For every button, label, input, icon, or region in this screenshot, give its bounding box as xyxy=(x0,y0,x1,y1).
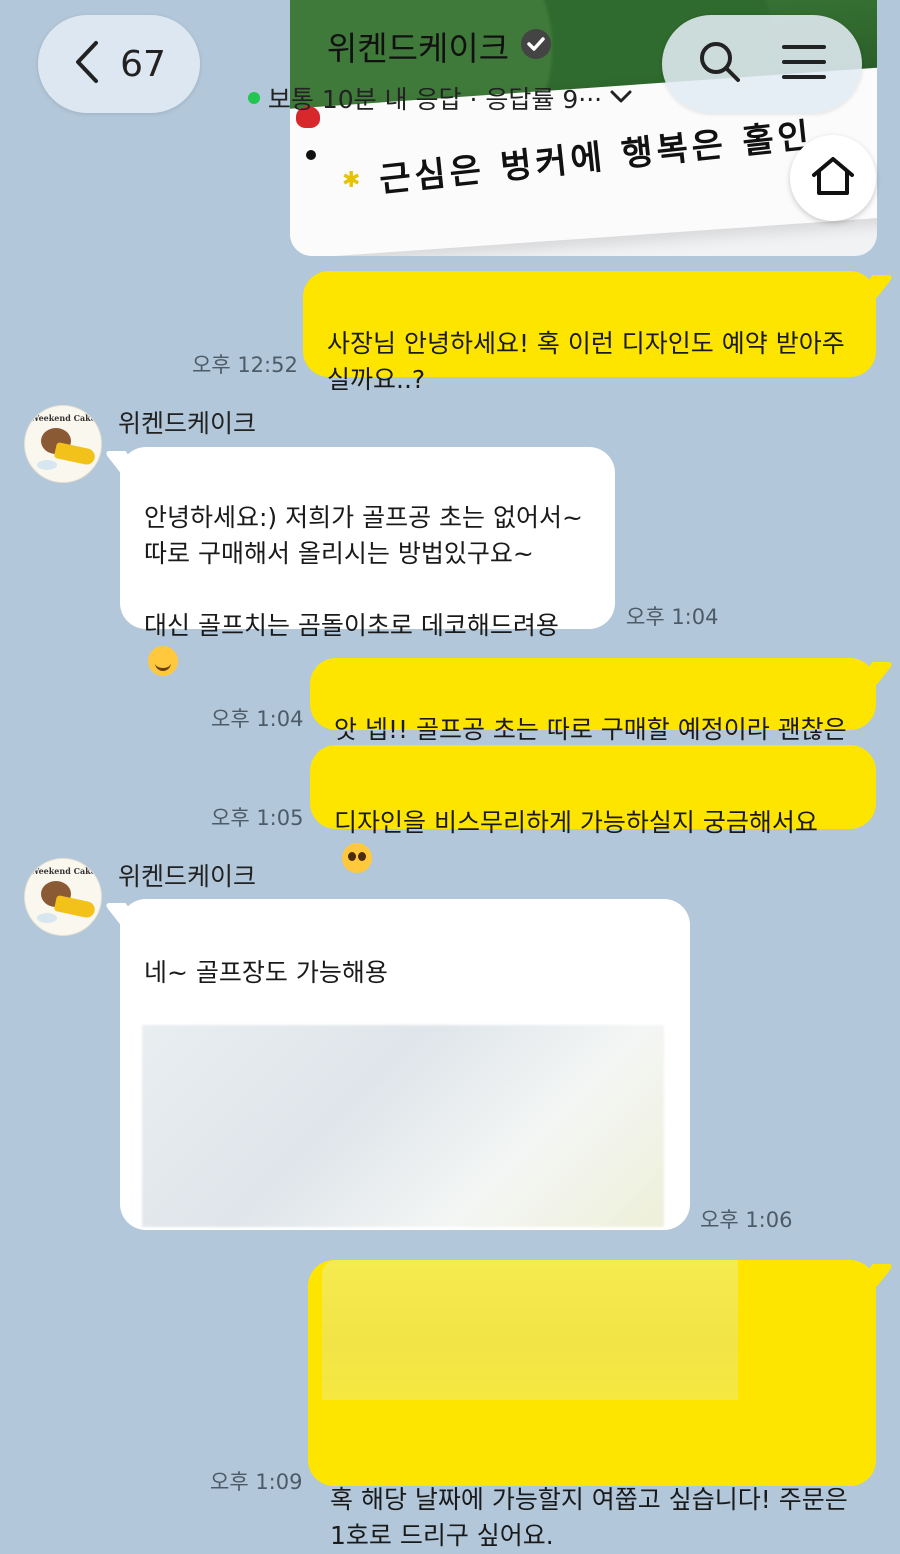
my-message-bubble[interactable]: 혹 해당 날짜에 가능할지 여쭙고 싶습니다! 주문은 1호로 드리구 싶어요. xyxy=(308,1260,876,1550)
message-time: 오후 1:05 xyxy=(211,806,304,830)
message-time: 오후 12:52 xyxy=(192,353,298,377)
message-time: 오후 1:04 xyxy=(211,707,304,731)
chevron-left-icon xyxy=(72,39,102,89)
chevron-down-icon[interactable] xyxy=(610,89,632,108)
message-time: 오후 1:09 xyxy=(210,1470,303,1494)
avatar-logo-text: Weekend Cake xyxy=(30,413,96,423)
sender-name: 위켄드케이크 xyxy=(118,862,257,891)
message-text: 안녕하세요:) 저희가 골프공 초는 없어서~ 따로 구매해서 올리시는 방법있… xyxy=(144,503,583,640)
attached-image[interactable] xyxy=(322,1260,738,1400)
smiling-face-icon xyxy=(148,646,178,676)
home-button[interactable] xyxy=(790,135,876,221)
my-message-bubble[interactable]: 앗 넵!! 골프공 초는 따로 구매할 예정이라 괜찮은데 xyxy=(310,658,876,780)
sender-avatar[interactable]: Weekend Cake xyxy=(24,858,102,936)
my-message-bubble[interactable]: 사장님 안녕하세요! 혹 이런 디자인도 예약 받아주실까요..? xyxy=(303,271,876,394)
header-actions xyxy=(662,15,862,113)
my-message-bubble[interactable]: 디자인을 비스무리하게 가능하실지 궁금해서요 xyxy=(310,745,876,873)
dot-decoration xyxy=(306,150,316,160)
their-message-bubble[interactable]: 네~ 골프장도 가능해용 위처럼 인물 길게잡으시면 2호정도로 가능하구요/; xyxy=(120,899,690,1230)
search-icon[interactable] xyxy=(698,40,742,88)
attached-image[interactable] xyxy=(142,1025,664,1227)
message-text: 혹 해당 날짜에 가능할지 여쭙고 싶습니다! 주문은 1호로 드리구 싶어요. xyxy=(330,1485,848,1550)
avatar-logo-text: Weekend Cake xyxy=(30,866,96,876)
their-message-bubble[interactable]: 안녕하세요:) 저희가 골프공 초는 없어서~ 따로 구매해서 올리시는 방법있… xyxy=(120,447,615,676)
menu-icon[interactable] xyxy=(781,42,827,86)
message-time: 오후 1:04 xyxy=(626,605,719,629)
chat-header[interactable]: 위켄드케이크 보통 10분 내 응답 · 응답률 9··· xyxy=(225,22,655,116)
star-decoration: ✱ xyxy=(342,168,361,193)
plate-illustration xyxy=(37,913,57,923)
message-text: 디자인을 비스무리하게 가능하실지 궁금해서요 xyxy=(334,808,818,837)
home-icon xyxy=(810,155,856,201)
message-text: 사장님 안녕하세요! 혹 이런 디자인도 예약 받아주실까요..? xyxy=(327,329,845,394)
back-button[interactable]: 67 xyxy=(38,15,200,113)
banana-illustration xyxy=(53,442,97,466)
sender-name: 위켄드케이크 xyxy=(118,409,257,438)
plate-illustration xyxy=(37,460,57,470)
pleading-face-icon xyxy=(342,843,372,873)
banana-illustration xyxy=(53,895,97,919)
message-time: 오후 1:06 xyxy=(700,1208,793,1232)
verified-badge-icon xyxy=(519,27,553,65)
unread-count: 67 xyxy=(120,43,166,85)
online-status-dot xyxy=(247,92,260,104)
sender-avatar[interactable]: Weekend Cake xyxy=(24,405,102,483)
response-status: 보통 10분 내 응답 · 응답률 9··· xyxy=(267,85,603,114)
chat-title: 위켄드케이크 xyxy=(326,29,510,68)
